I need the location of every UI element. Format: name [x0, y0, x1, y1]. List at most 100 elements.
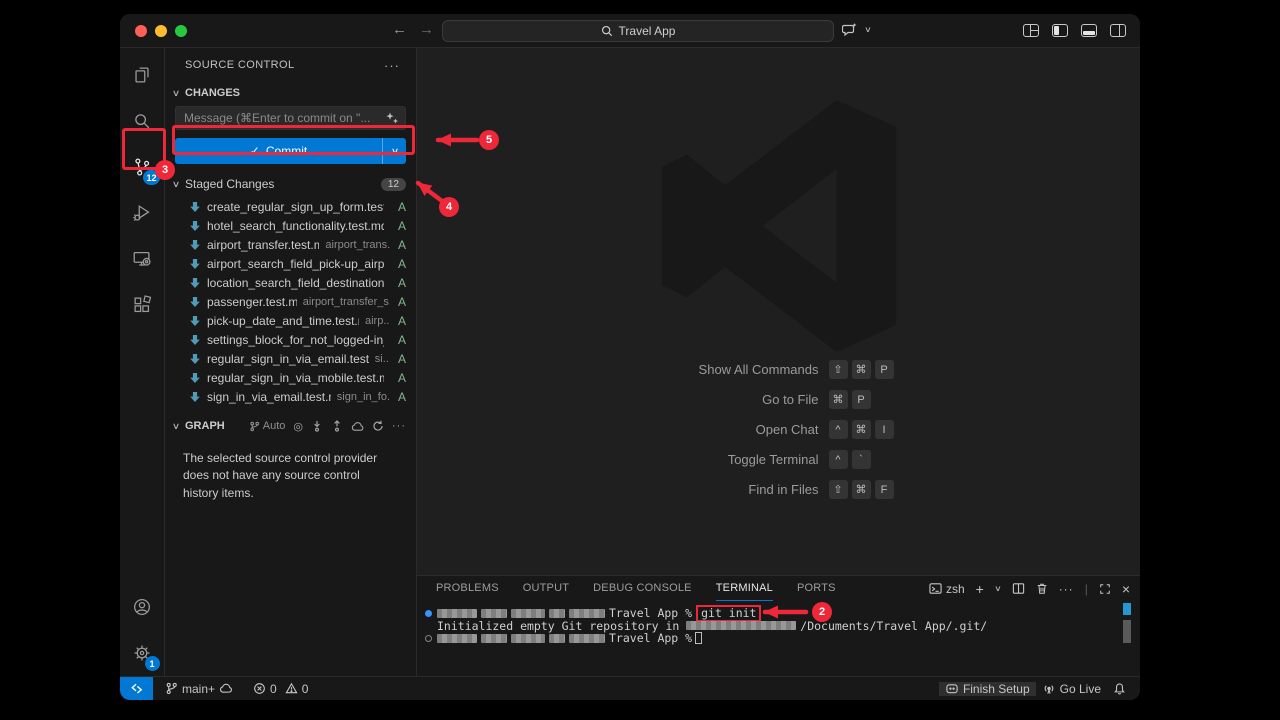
redacted-text [569, 609, 605, 618]
file-path: airp... [365, 315, 390, 327]
file-name: location_search_field_destination_l... [207, 276, 384, 290]
toggle-secondary-sidebar-icon[interactable] [1110, 24, 1126, 37]
branch-icon [249, 421, 260, 432]
editor-area: Show All Commands ⇧ ⌘ P Go to File ⌘ [417, 48, 1140, 575]
annotation-step-2: 2 [812, 602, 832, 622]
navigate-back-icon[interactable]: ← [392, 21, 407, 38]
file-row[interactable]: settings_block_for_not_logged-in_u... A [165, 330, 416, 349]
refresh-icon[interactable] [372, 420, 384, 432]
git-status-added: A [390, 295, 406, 309]
target-icon[interactable]: ◎ [293, 420, 303, 433]
minimize-window-button[interactable] [155, 25, 167, 37]
shortcut-label: Find in Files [589, 482, 819, 497]
shell-selector[interactable]: zsh [929, 582, 965, 596]
terminal-content[interactable]: Travel App % git init Initialized empty … [417, 601, 1140, 645]
kill-terminal-icon[interactable] [1036, 582, 1048, 595]
redacted-text [569, 634, 605, 643]
git-status-added: A [390, 276, 406, 290]
accounts-icon[interactable] [120, 584, 165, 630]
file-row[interactable]: airport_search_field_pick-up_airpor... A [165, 254, 416, 273]
finish-setup-label: Finish Setup [963, 682, 1030, 696]
terminal-line: Travel App % git init [417, 607, 1140, 620]
git-init-command: git init [696, 605, 761, 622]
go-live-button[interactable]: Go Live [1036, 682, 1107, 696]
notifications-bell[interactable] [1107, 682, 1132, 696]
settings-badge: 1 [145, 656, 160, 671]
toggle-panel-icon[interactable] [1081, 24, 1097, 37]
explorer-icon[interactable] [120, 52, 165, 98]
vscode-window: ← → Travel App ∨ [120, 14, 1140, 700]
run-debug-icon[interactable] [120, 190, 165, 236]
search-value: Travel App [619, 24, 676, 38]
git-status-added: A [390, 371, 406, 385]
graph-section-header[interactable]: ∨ GRAPH Auto ◎ ··· [165, 414, 416, 438]
git-status-added: A [390, 257, 406, 271]
git-status-added: A [390, 352, 406, 366]
markdown-file-icon [189, 201, 201, 213]
pull-icon[interactable] [311, 420, 323, 432]
shell-label: zsh [946, 582, 965, 596]
command-center-search[interactable]: Travel App [442, 20, 834, 42]
file-row[interactable]: sign_in_via_email.test.md sign_in_fo... … [165, 387, 416, 406]
customize-layout-icon[interactable] [1023, 24, 1039, 37]
new-terminal-icon[interactable]: + [976, 581, 984, 597]
zoom-window-button[interactable] [175, 25, 187, 37]
close-window-button[interactable] [135, 25, 147, 37]
remote-indicator[interactable] [120, 677, 153, 700]
settings-gear-icon[interactable]: 1 [120, 630, 165, 676]
scrollbar-command-decoration [1123, 603, 1131, 615]
file-row[interactable]: hotel_search_functionality.test.md A [165, 216, 416, 235]
file-row[interactable]: airport_transfer.test.md airport_trans..… [165, 235, 416, 254]
push-icon[interactable] [331, 420, 343, 432]
tab-ports[interactable]: PORTS [797, 576, 836, 601]
graph-more-icon[interactable]: ··· [392, 420, 406, 432]
terminal-dropdown-icon[interactable]: ∨ [994, 584, 1002, 593]
changes-section-header[interactable]: ∨ CHANGES [165, 82, 416, 104]
tab-debug-console[interactable]: DEBUG CONSOLE [593, 576, 692, 601]
git-status-added: A [390, 333, 406, 347]
changes-label: CHANGES [185, 87, 240, 99]
staged-changes-label: Staged Changes [185, 177, 274, 191]
git-status-added: A [390, 200, 406, 214]
terminal-line: Initialized empty Git repository in /Doc… [417, 620, 1140, 633]
keycap: ⇧ [829, 480, 848, 499]
graph-auto-toggle[interactable]: Auto [249, 420, 286, 432]
file-row[interactable]: regular_sign_in_via_mobile.test.md... A [165, 368, 416, 387]
file-path: si... [375, 353, 390, 365]
file-path: airport_transfer_s... [303, 296, 390, 308]
auto-label: Auto [263, 420, 286, 432]
tab-terminal[interactable]: TERMINAL [716, 576, 773, 601]
keycap: ⌘ [829, 390, 848, 409]
file-name: pick-up_date_and_time.test.md [207, 314, 359, 328]
redacted-text [437, 634, 477, 643]
maximize-panel-icon[interactable] [1099, 583, 1111, 595]
keycap: I [875, 420, 894, 439]
branch-name: main+ [182, 682, 215, 696]
copilot-chat-button[interactable]: ∨ [842, 22, 875, 37]
remote-explorer-icon[interactable] [120, 236, 165, 282]
terminal-scrollbar[interactable] [1123, 620, 1131, 643]
traffic-lights [135, 25, 187, 37]
finish-setup-button[interactable]: Finish Setup [939, 682, 1036, 696]
file-row[interactable]: location_search_field_destination_l... A [165, 273, 416, 292]
problems-status-item[interactable]: 0 0 [247, 682, 314, 696]
terminal-output-post: /Documents/Travel App/.git/ [800, 620, 987, 633]
branch-status-item[interactable]: main+ [159, 682, 239, 696]
extensions-icon[interactable] [120, 282, 165, 328]
toggle-primary-sidebar-icon[interactable] [1052, 24, 1068, 37]
markdown-file-icon [189, 372, 201, 384]
navigate-forward-icon[interactable]: → [419, 21, 434, 38]
file-row[interactable]: pick-up_date_and_time.test.md airp... A [165, 311, 416, 330]
close-panel-icon[interactable]: × [1122, 581, 1130, 597]
file-row[interactable]: create_regular_sign_up_form.test.md A [165, 197, 416, 216]
split-terminal-icon[interactable] [1012, 582, 1025, 595]
tab-output[interactable]: OUTPUT [523, 576, 569, 601]
cloud-icon[interactable] [351, 421, 364, 432]
tab-problems[interactable]: PROBLEMS [436, 576, 499, 601]
panel-more-icon[interactable]: ··· [1059, 582, 1074, 596]
more-actions-icon[interactable]: ··· [384, 58, 400, 73]
file-row[interactable]: passenger.test.md airport_transfer_s... … [165, 292, 416, 311]
file-row[interactable]: regular_sign_in_via_email.test.md si... … [165, 349, 416, 368]
staged-changes-header[interactable]: ∨ Staged Changes 12 [165, 173, 416, 195]
redacted-text [549, 609, 565, 618]
